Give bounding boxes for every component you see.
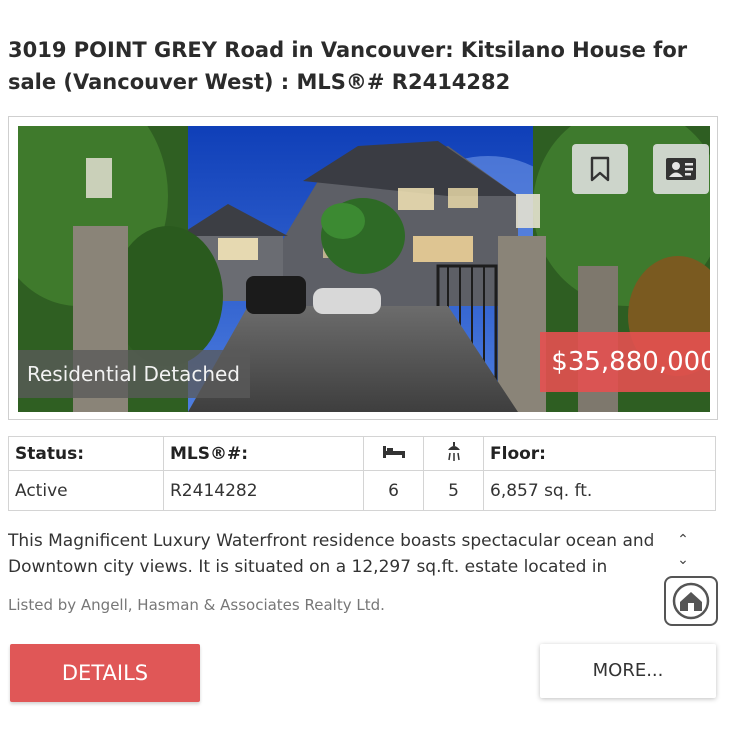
realtor-logo	[664, 576, 718, 626]
status-value: Active	[8, 470, 164, 511]
mls-value: R2414282	[163, 470, 364, 511]
details-button[interactable]: DETAILS	[10, 644, 200, 702]
shower-icon	[447, 442, 460, 461]
listing-title: 3019 POINT GREY Road in Vancouver: Kitsi…	[8, 38, 688, 94]
mls-header: MLS®#:	[163, 436, 364, 471]
facts-value-row: Active R2414282 6 5 6,857 sq. ft.	[8, 470, 716, 511]
listing-facts-table: Status: MLS®#: Floor: Active R2414282 6 …	[8, 436, 716, 511]
chevron-down-icon[interactable]: ⌄	[674, 550, 692, 570]
price-badge: $35,880,000	[540, 332, 710, 392]
bookmark-button[interactable]	[572, 144, 628, 194]
listing-description: This Magnificent Luxury Waterfront resid…	[8, 528, 688, 580]
facts-header-row: Status: MLS®#: Floor:	[8, 436, 716, 471]
bathrooms-value: 5	[423, 470, 484, 511]
listing-photo[interactable]: Residential Detached $35,880,000	[18, 126, 710, 412]
status-header: Status:	[8, 436, 164, 471]
bedrooms-value: 6	[363, 470, 424, 511]
bed-icon	[382, 446, 405, 458]
description-scroller[interactable]: ⌃ ⌄	[674, 530, 692, 570]
chevron-up-icon[interactable]: ⌃	[674, 530, 692, 550]
floor-header: Floor:	[483, 436, 716, 471]
bathrooms-header	[423, 436, 484, 471]
floor-value: 6,857 sq. ft.	[483, 470, 716, 511]
realtor-house-icon	[672, 582, 710, 620]
description-text: This Magnificent Luxury Waterfront resid…	[8, 531, 655, 577]
listing-brokerage: Listed by Angell, Hasman & Associates Re…	[8, 596, 385, 614]
listing-photo-frame: Residential Detached $35,880,000	[8, 116, 718, 420]
contact-agent-button[interactable]	[653, 144, 709, 194]
contact-card-icon	[666, 158, 696, 180]
bookmark-icon	[590, 156, 610, 182]
more-button[interactable]: MORE...	[540, 644, 716, 698]
property-type-badge: Residential Detached	[18, 350, 250, 398]
bedrooms-header	[363, 436, 424, 471]
